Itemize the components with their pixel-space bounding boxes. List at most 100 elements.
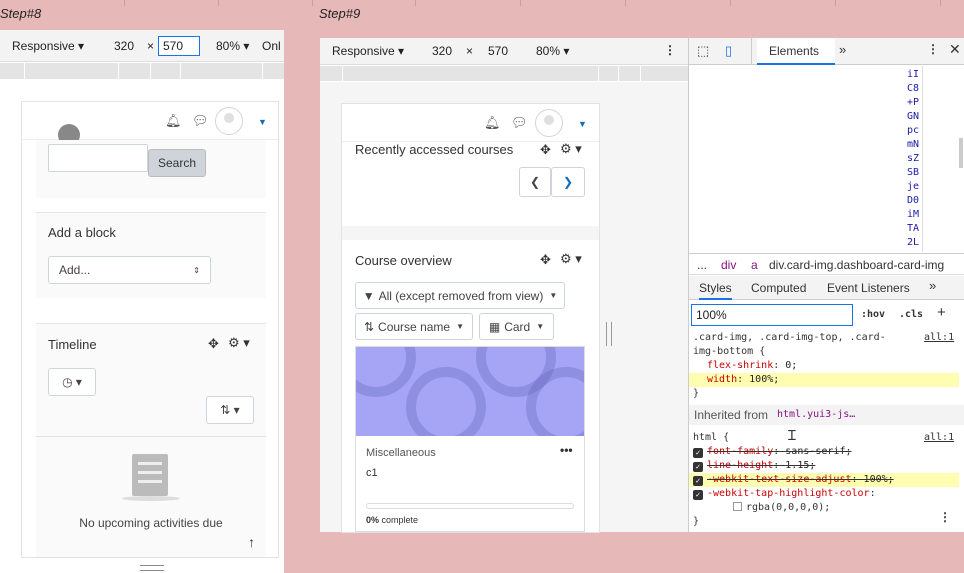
- course-card[interactable]: Miscellaneous ••• c1 0% complete: [355, 346, 585, 532]
- cls-toggle[interactable]: .cls: [899, 309, 923, 320]
- css-property[interactable]: flex-shrink: 0;: [693, 359, 955, 373]
- chat-icon[interactable]: 💬︎: [511, 115, 528, 131]
- css-property-highlighted[interactable]: ✓ -webkit-text-size-adjust: 100%;: [689, 473, 959, 487]
- bell-icon[interactable]: 🔔︎: [165, 113, 182, 129]
- css-rule-html: html { all:1 ✓ font-family: sans-serif; ✓…: [689, 431, 959, 529]
- rgba-value-line[interactable]: rgba(0,0,0,0);: [693, 501, 959, 515]
- timeline-date-filter[interactable]: ◷ ▾: [48, 368, 96, 396]
- more-options-icon[interactable]: ⋮: [939, 510, 951, 524]
- caret-icon: ▼: [549, 291, 558, 300]
- inspect-icon[interactable]: ⬚: [697, 43, 709, 59]
- rule-source-link[interactable]: all:1: [924, 431, 954, 445]
- dom-line[interactable]: +P: [907, 96, 923, 110]
- timeline-sort-button[interactable]: ⇅ ▾: [206, 396, 254, 424]
- dom-line[interactable]: C8: [907, 82, 923, 96]
- move-icon[interactable]: ✥: [540, 252, 551, 268]
- online-dropdown[interactable]: Onl: [262, 39, 281, 53]
- dom-line[interactable]: SB: [907, 166, 923, 180]
- dom-line[interactable]: GN: [907, 110, 923, 124]
- prop-name: -webkit-text-size-adjust: [707, 474, 852, 485]
- inherited-link[interactable]: html.yui3-js…: [777, 409, 855, 420]
- more-tabs-icon[interactable]: »: [929, 278, 936, 293]
- responsive-dropdown[interactable]: Responsive ▾: [12, 39, 84, 53]
- close-icon[interactable]: ✕: [949, 41, 961, 58]
- gear-icon[interactable]: ⚙ ▾: [560, 251, 582, 267]
- move-icon[interactable]: ✥: [540, 142, 551, 158]
- resize-handle[interactable]: [606, 322, 612, 346]
- dom-line[interactable]: iI: [907, 68, 923, 82]
- tab-computed[interactable]: Computed: [751, 281, 806, 295]
- height-input[interactable]: 570: [158, 36, 200, 56]
- breadcrumb-item-selected[interactable]: div.card-img.dashboard-card-img: [769, 258, 944, 272]
- dom-line[interactable]: D0: [907, 194, 923, 208]
- prev-button[interactable]: ❮: [519, 167, 551, 197]
- course-name[interactable]: c1: [366, 467, 378, 479]
- sort-course-button[interactable]: ⇅ Course name ▼: [355, 313, 473, 340]
- tab-styles[interactable]: Styles: [699, 281, 732, 300]
- device-toggle-icon[interactable]: ▯: [725, 43, 732, 59]
- dom-tree-fragment: iI C8 +P GN pc mN sZ SB je D0 iM TA 2L: [907, 68, 923, 250]
- resize-handle[interactable]: [140, 565, 164, 571]
- zoom-dropdown[interactable]: 80% ▾: [536, 44, 569, 58]
- chevron-down-icon[interactable]: ▼: [258, 117, 267, 127]
- tab-elements-label: Elements: [769, 44, 820, 58]
- scrollbar[interactable]: [959, 138, 963, 168]
- bell-icon[interactable]: 🔔︎: [484, 115, 501, 131]
- css-property[interactable]: ✓ -webkit-tap-highlight-color:: [693, 487, 959, 501]
- more-tabs-icon[interactable]: »: [839, 42, 846, 57]
- width-input[interactable]: 320: [432, 44, 452, 58]
- more-options-icon[interactable]: ⋮: [927, 42, 939, 56]
- styles-filter-input[interactable]: 100%: [691, 304, 853, 326]
- color-swatch-icon[interactable]: [733, 502, 742, 511]
- search-input[interactable]: [48, 144, 148, 172]
- hov-toggle[interactable]: :hov: [861, 309, 885, 320]
- search-button[interactable]: Search: [148, 149, 206, 177]
- course-overview-block: Course overview ✥ ⚙ ▾ ▼ All (except remov…: [342, 240, 599, 532]
- dom-line[interactable]: je: [907, 180, 923, 194]
- breadcrumb-item[interactable]: div: [721, 258, 736, 272]
- checkbox-icon[interactable]: ✓: [693, 448, 703, 458]
- add-rule-icon[interactable]: +: [937, 304, 946, 321]
- course-filter-label: All (except removed from view): [378, 288, 544, 303]
- move-icon[interactable]: ✥: [208, 336, 219, 352]
- dom-line[interactable]: mN: [907, 138, 923, 152]
- responsive-dropdown[interactable]: Responsive ▾: [332, 44, 404, 58]
- next-button[interactable]: ❯: [551, 167, 585, 197]
- progress-percent: 0%: [366, 515, 380, 525]
- add-block-select[interactable]: Add... ⇕: [48, 256, 211, 284]
- tab-event-listeners[interactable]: Event Listeners: [827, 281, 910, 295]
- view-card-button[interactable]: ▦ Card ▼: [479, 313, 554, 340]
- checkbox-icon[interactable]: ✓: [693, 490, 703, 500]
- checkbox-icon[interactable]: ✓: [693, 476, 703, 486]
- course-filter-button[interactable]: ▼ All (except removed from view) ▼: [355, 282, 565, 309]
- width-input[interactable]: 320: [114, 39, 134, 53]
- chat-icon[interactable]: 💬︎: [192, 113, 209, 129]
- gear-icon[interactable]: ⚙ ▾: [560, 141, 582, 157]
- zoom-dropdown[interactable]: 80% ▾: [216, 39, 249, 53]
- tab-elements[interactable]: Elements: [757, 38, 835, 65]
- avatar[interactable]: [215, 107, 243, 135]
- checkbox-icon[interactable]: ✓: [693, 462, 703, 472]
- grid-icon: ▦: [488, 319, 501, 334]
- more-icon[interactable]: •••: [560, 443, 573, 457]
- breadcrumb-item[interactable]: ...: [697, 258, 707, 272]
- gear-icon[interactable]: ⚙ ▾: [228, 335, 250, 351]
- chevron-down-icon[interactable]: ▼: [578, 119, 587, 129]
- device-toolbar-left: Responsive ▾ 320 × 570 80% ▾ Onl: [0, 30, 284, 62]
- dom-line[interactable]: iM: [907, 208, 923, 222]
- avatar[interactable]: [535, 109, 563, 137]
- height-input[interactable]: 570: [488, 44, 508, 58]
- css-property[interactable]: ✓ font-family: sans-serif;: [693, 445, 959, 459]
- more-options-icon[interactable]: ⋮: [664, 43, 676, 57]
- dom-line[interactable]: 2L: [907, 236, 923, 250]
- dom-line[interactable]: TA: [907, 222, 923, 236]
- css-property-highlighted[interactable]: width: 100%;: [689, 373, 959, 387]
- css-property[interactable]: ✓ line-height: 1.15;: [693, 459, 959, 473]
- inherited-header: Inherited from html.yui3-js…: [689, 405, 964, 425]
- course-card-image[interactable]: [356, 347, 584, 436]
- rule-source-link[interactable]: all:1: [924, 331, 954, 345]
- dom-line[interactable]: sZ: [907, 152, 923, 166]
- dom-line[interactable]: pc: [907, 124, 923, 138]
- breadcrumb-item[interactable]: a: [751, 258, 758, 272]
- back-to-top-icon[interactable]: ↑: [248, 534, 255, 550]
